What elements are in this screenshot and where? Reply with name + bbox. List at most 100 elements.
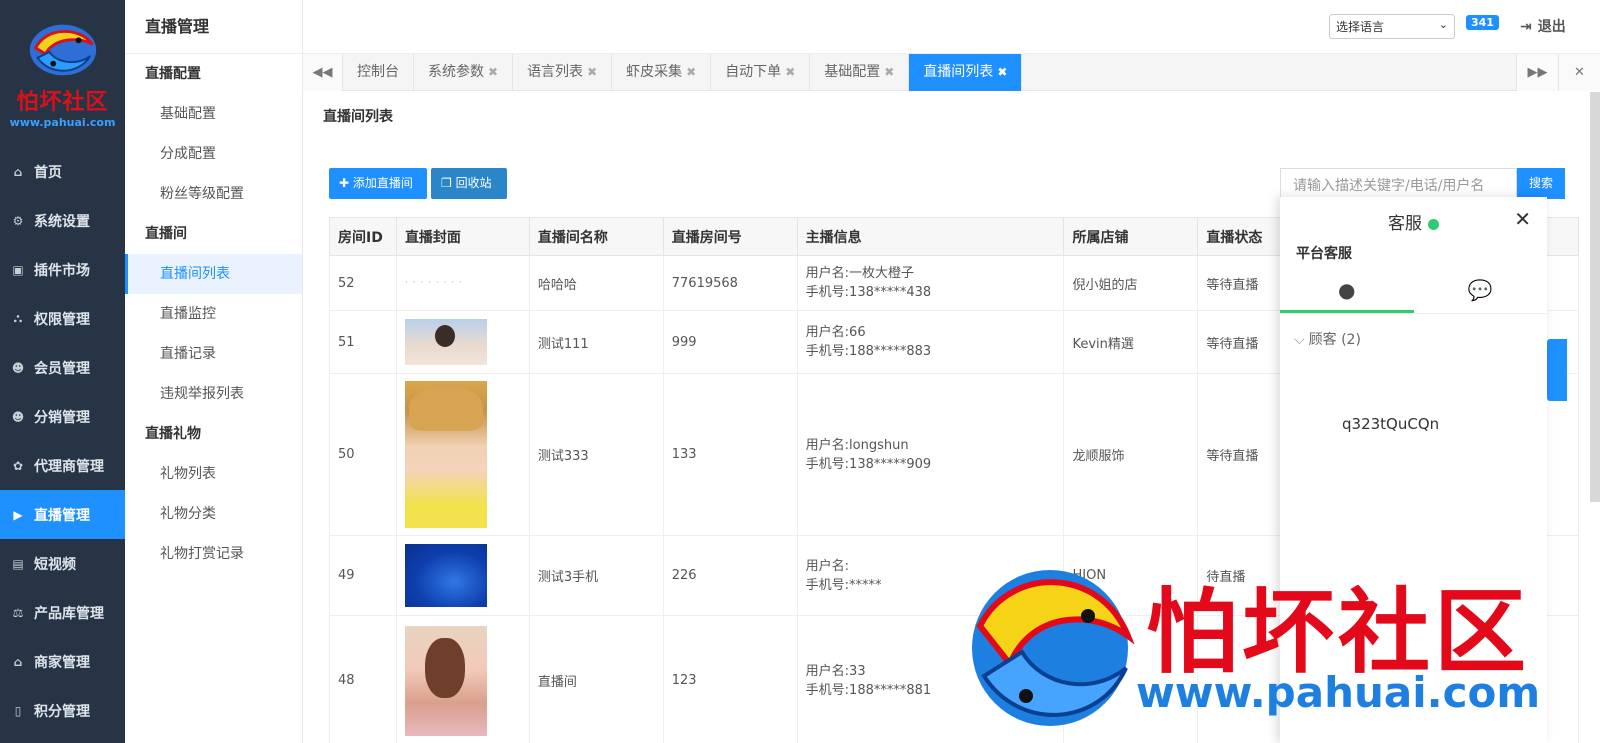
room-name-cell: 测试3手机: [528, 535, 664, 616]
cs-contact-item[interactable]: q323tQuCQn: [1342, 415, 1439, 433]
host-phone: 手机号:188*****881: [805, 682, 932, 698]
close-icon[interactable]: ✖: [785, 65, 795, 79]
close-icon[interactable]: ✖: [884, 65, 894, 79]
submenu-item[interactable]: 分成配置: [125, 134, 302, 174]
customer-group-count: (2): [1341, 332, 1361, 348]
nav-item-label: 积分管理: [34, 703, 90, 720]
nav-item[interactable]: ▯ 积分管理: [0, 686, 125, 735]
cover-cell: [395, 615, 530, 743]
submenu-item[interactable]: 粉丝等级配置: [125, 174, 302, 214]
submenu-item[interactable]: 礼物列表: [125, 454, 302, 494]
close-all-tabs-icon[interactable]: ✕: [1558, 54, 1600, 91]
logout-button[interactable]: ⇥ 退出: [1520, 16, 1566, 36]
room-number-cell: 77619568: [662, 255, 798, 311]
submenu-item[interactable]: 基础配置: [125, 94, 302, 134]
close-icon[interactable]: ✖: [488, 65, 498, 79]
host-info-cell: 用户名:一枚大橙子 手机号:138*****438: [796, 255, 1065, 311]
room-name-cell: 直播间: [528, 615, 664, 743]
room-id-cell: 49: [329, 535, 397, 616]
close-icon[interactable]: ✖: [997, 65, 1007, 79]
nav-item[interactable]: ✿ 代理商管理: [0, 441, 125, 490]
room-name-cell: 测试333: [528, 373, 664, 536]
contacts-tab-person-icon[interactable]: ●: [1280, 269, 1414, 313]
nav-item-label: 权限管理: [34, 311, 90, 328]
host-info-cell: 用户名:66 手机号:188*****883: [796, 310, 1065, 374]
nav-item[interactable]: ▤ 短视频: [0, 539, 125, 588]
customer-group-label: 顾客: [1308, 332, 1337, 348]
brand-logo[interactable]: 怕坏社区 www.pahuai.com: [0, 0, 125, 147]
submenu-item[interactable]: 直播间列表: [125, 254, 302, 294]
submenu-title: 直播管理: [125, 0, 302, 54]
nav-item[interactable]: ☻ 分销管理: [0, 392, 125, 441]
nav-item-label: 产品库管理: [34, 605, 104, 622]
side-drawer-handle[interactable]: [1547, 339, 1567, 401]
cs-title: 客服: [1280, 209, 1547, 234]
nav-item[interactable]: ⌂ 首页: [0, 147, 125, 196]
recycle-bin-button[interactable]: ❐ 回收站: [431, 168, 507, 199]
cover-thumbnail[interactable]: [404, 544, 487, 607]
app-root: 怕坏社区 www.pahuai.com ⌂ 首页 ⚙ 系统设置 ▣ 插件市场 ⛬ 权限管理 ☻ 会…: [0, 0, 1600, 743]
nav-item[interactable]: ⚖ 产品库管理: [0, 588, 125, 637]
nav-item[interactable]: ⌂ 商家管理: [0, 637, 125, 686]
submenu-item[interactable]: 礼物打赏记录: [125, 534, 302, 574]
tabs-scroll-left-icon[interactable]: ◀◀: [303, 54, 343, 91]
copy-icon: ❐: [441, 176, 456, 190]
host-info-cell: 用户名:longshun 手机号:138*****909: [796, 373, 1065, 536]
search-input[interactable]: 请输入描述关键字/电话/用户名: [1280, 168, 1517, 199]
search-button[interactable]: 搜索: [1517, 168, 1565, 199]
nav-item[interactable]: ▶ 直播管理: [0, 490, 125, 539]
tabs-scroll-right-icon[interactable]: ▶▶: [1516, 54, 1558, 91]
broken-image-icon[interactable]: · · · · · · · ·: [405, 278, 529, 288]
tabs-controls: ▶▶ ✕: [1516, 54, 1600, 91]
bank-icon: ⌂: [13, 654, 23, 669]
video-icon: ▶: [13, 507, 23, 522]
chevron-down-icon: ⌵: [1294, 332, 1305, 348]
add-live-room-button[interactable]: ✚ 添加直播间: [329, 168, 427, 199]
message-badge[interactable]: 341: [1466, 15, 1500, 35]
nav-item[interactable]: ▣ 插件市场: [0, 245, 125, 294]
chat-tab-chat-icon[interactable]: 💬: [1414, 269, 1548, 313]
host-username: 用户名:: [805, 558, 850, 574]
close-icon[interactable]: ✖: [686, 65, 696, 79]
submenu-item[interactable]: 礼物分类: [125, 494, 302, 534]
plus-icon: ✚: [339, 176, 353, 190]
tab[interactable]: 基础配置 ✖: [810, 54, 910, 91]
shop-cell: 龙顺服饰: [1063, 373, 1199, 536]
tab[interactable]: 直播间列表 ✖: [909, 54, 1023, 91]
tab[interactable]: 控制台: [343, 54, 414, 91]
submenu-item[interactable]: 直播监控: [125, 294, 302, 334]
vertical-scrollbar[interactable]: [1590, 92, 1600, 502]
submenu-item[interactable]: 直播记录: [125, 334, 302, 374]
plugin-icon: ▣: [12, 262, 24, 277]
cs-subtitle: 平台客服: [1296, 246, 1352, 262]
tabs-list: 控制台 系统参数 ✖ 语言列表 ✖ 虾皮采集 ✖ 自动下单 ✖ 基础配置 ✖ 直播间列表 ✖: [343, 54, 1023, 91]
page-title: 直播间列表: [323, 109, 393, 125]
brand-url: www.pahuai.com: [9, 116, 116, 129]
customer-group[interactable]: ⌵ 顾客 (2): [1294, 329, 1361, 349]
document-icon: ▯: [14, 703, 22, 718]
nav-item-label: 分销管理: [34, 409, 90, 426]
tab[interactable]: 虾皮采集 ✖: [612, 54, 712, 91]
cover-cell: [395, 310, 530, 374]
tab[interactable]: 语言列表 ✖: [513, 54, 613, 91]
host-phone: 手机号:138*****909: [805, 456, 932, 472]
cover-thumbnail[interactable]: [404, 381, 487, 528]
language-select[interactable]: 选择语言 ⌄: [1329, 14, 1455, 39]
shop-cell: HION: [1063, 535, 1199, 616]
close-icon[interactable]: ✖: [587, 65, 597, 79]
room-id-cell: 51: [329, 310, 397, 374]
nav-item[interactable]: ⚙ 系统设置: [0, 196, 125, 245]
tab[interactable]: 系统参数 ✖: [414, 54, 514, 91]
cover-thumbnail[interactable]: [404, 625, 487, 736]
network-icon: ✿: [12, 458, 24, 473]
nav-item[interactable]: ☻ 会员管理: [0, 343, 125, 392]
fish-logo-icon: [29, 24, 96, 76]
room-number-cell: 999: [662, 310, 798, 374]
cover-thumbnail[interactable]: [404, 319, 487, 365]
close-icon[interactable]: ✕: [1514, 207, 1531, 231]
tab[interactable]: 自动下单 ✖: [711, 54, 811, 91]
search-placeholder: 请输入描述关键字/电话/用户名: [1293, 178, 1485, 194]
table-header-cell: 主播信息: [796, 217, 1065, 256]
nav-item[interactable]: ⛬ 权限管理: [0, 294, 125, 343]
submenu-item[interactable]: 违规举报列表: [125, 374, 302, 414]
